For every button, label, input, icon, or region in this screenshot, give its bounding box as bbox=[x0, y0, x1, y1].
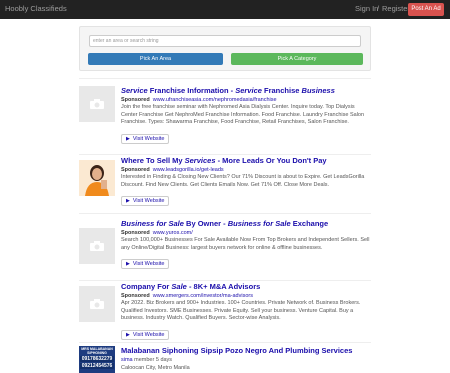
person-photo bbox=[79, 160, 115, 196]
visit-website-button[interactable]: ▶ Visit Website bbox=[121, 196, 170, 206]
divider bbox=[79, 280, 371, 281]
play-arrow-icon: ▶ bbox=[126, 261, 130, 267]
thumb-phone-1: 09178632279 bbox=[80, 356, 114, 362]
post-ad-button[interactable]: Post An Ad bbox=[408, 3, 444, 16]
ad-url[interactable]: www.yuros.com/ bbox=[153, 230, 193, 236]
sponsored-label: Sponsored bbox=[121, 230, 150, 236]
camera-icon bbox=[90, 299, 104, 309]
ad-description: Search 100,000+ Businesses For Sale Avai… bbox=[121, 237, 370, 251]
sponsored-label: Sponsored bbox=[121, 167, 150, 173]
visit-website-button[interactable]: ▶ Visit Website bbox=[121, 133, 170, 144]
member-since: member 5 days bbox=[134, 357, 173, 363]
sponsored-label: Sponsored bbox=[121, 293, 150, 299]
ad-description: Join the free franchise seminar with Nep… bbox=[121, 104, 365, 125]
pick-category-button[interactable]: Pick A Category bbox=[231, 53, 363, 65]
placeholder-image bbox=[79, 286, 115, 322]
play-arrow-icon: ▶ bbox=[126, 198, 130, 204]
camera-icon bbox=[90, 99, 104, 109]
listing-photo[interactable]: MRS MALABANAN SIPHONING 09178632279 0921… bbox=[79, 346, 115, 373]
ad-url[interactable]: www.leadsgorilla.io/get-leads bbox=[153, 167, 224, 173]
visit-website-button[interactable]: ▶ Visit Website bbox=[121, 329, 170, 340]
camera-icon bbox=[90, 241, 104, 251]
register-link[interactable]: Register bbox=[382, 4, 410, 13]
listing-title[interactable]: Company For Sale - 8K+ M&A Advisors bbox=[121, 282, 371, 292]
play-arrow-icon: ▶ bbox=[126, 135, 130, 142]
site-brand[interactable]: Hoobly Classifieds bbox=[5, 4, 67, 13]
ad-url[interactable]: www.smergers.com/investor/ma-advisors bbox=[153, 293, 253, 299]
divider bbox=[79, 213, 371, 214]
placeholder-image bbox=[79, 86, 115, 122]
member-name[interactable]: sima bbox=[121, 357, 133, 363]
listing-meta: sima member 5 days bbox=[121, 356, 371, 364]
sign-in-link[interactable]: Sign In bbox=[355, 4, 378, 13]
search-input[interactable]: enter an area or search string bbox=[89, 35, 361, 47]
listing-title[interactable]: Business for Sale By Owner - Business fo… bbox=[121, 219, 371, 229]
top-navbar: Hoobly Classifieds Sign In / Register Po… bbox=[0, 0, 450, 19]
listing-title[interactable]: Where To Sell My Services - More Leads O… bbox=[121, 156, 371, 166]
divider bbox=[79, 154, 371, 155]
play-arrow-icon: ▶ bbox=[126, 331, 130, 338]
thumb-caption-2: SIPHONING bbox=[87, 351, 107, 355]
ad-meta: Sponsored www.yuros.com/ bbox=[121, 229, 371, 237]
thumb-phone-2: 09212454576 bbox=[80, 363, 114, 369]
sponsored-label: Sponsored bbox=[121, 97, 150, 103]
divider bbox=[79, 78, 371, 79]
ad-description: Apr 2022. Biz Brokers and 900+ Industrie… bbox=[121, 300, 361, 321]
search-panel: enter an area or search string Pick An A… bbox=[79, 26, 371, 71]
listing-title[interactable]: Service Franchise Information - Service … bbox=[121, 86, 371, 96]
pick-area-button[interactable]: Pick An Area bbox=[88, 53, 223, 65]
listing-location: Caloocan City, Metro Manila bbox=[121, 365, 190, 371]
listing-title[interactable]: Malabanan Siphoning Sipsip Pozo Negro An… bbox=[121, 346, 371, 356]
ad-description: Interested in Finding & Closing New Clie… bbox=[121, 174, 365, 188]
ad-meta: Sponsored www.smergers.com/investor/ma-ad… bbox=[121, 292, 371, 300]
visit-website-button[interactable]: ▶ Visit Website bbox=[121, 259, 170, 269]
ad-url[interactable]: www.ufranchiseasia.com/nephromedasia/fra… bbox=[153, 97, 277, 103]
divider bbox=[79, 342, 371, 343]
ad-meta: Sponsored www.leadsgorilla.io/get-leads bbox=[121, 166, 371, 174]
ad-meta: Sponsored www.ufranchiseasia.com/nephrome… bbox=[121, 96, 371, 104]
nav-separator: / bbox=[377, 4, 380, 13]
placeholder-image bbox=[79, 228, 115, 264]
